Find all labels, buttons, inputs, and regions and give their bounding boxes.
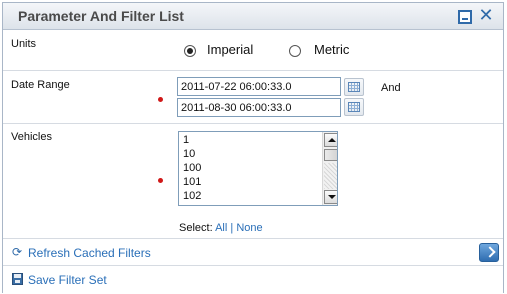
list-item[interactable]: 10	[183, 147, 195, 161]
imperial-radio[interactable]	[184, 45, 196, 57]
scroll-track[interactable]	[324, 163, 337, 189]
list-item[interactable]: 1	[183, 133, 189, 147]
refresh-icon: ⟳	[12, 245, 23, 259]
vehicles-scrollbar[interactable]	[322, 132, 337, 205]
date-range-label: Date Range	[11, 79, 70, 91]
end-date-input[interactable]	[177, 98, 341, 117]
date-range-required-indicator	[158, 97, 163, 102]
select-none-link[interactable]: None	[236, 222, 262, 234]
save-row: Save Filter Set	[3, 266, 503, 293]
metric-radio[interactable]	[289, 45, 301, 57]
scroll-thumb[interactable]	[324, 149, 337, 161]
imperial-radio-label[interactable]: Imperial	[207, 42, 253, 57]
list-item[interactable]: 100	[183, 161, 201, 175]
go-arrow-button[interactable]	[479, 243, 499, 262]
list-item[interactable]: 102	[183, 189, 201, 203]
refresh-cached-filters-link[interactable]: Refresh Cached Filters	[28, 246, 151, 260]
minimize-icon[interactable]	[458, 10, 472, 24]
calendar-icon	[348, 82, 360, 92]
select-separator: |	[230, 222, 234, 234]
parameter-filter-panel: Parameter And Filter List ✕ Units Imperi…	[2, 2, 504, 293]
select-all-link[interactable]: All	[215, 222, 227, 234]
list-item[interactable]: 101	[183, 175, 201, 189]
scroll-up-button[interactable]	[324, 133, 337, 147]
vehicles-required-indicator	[158, 178, 163, 183]
units-row: Units Imperial Metric	[3, 30, 503, 71]
calendar-icon	[348, 102, 360, 112]
metric-radio-label[interactable]: Metric	[314, 42, 349, 57]
end-date-calendar-button[interactable]	[344, 98, 364, 116]
start-date-input[interactable]	[177, 77, 341, 96]
select-label: Select:	[179, 222, 213, 234]
panel-title: Parameter And Filter List	[18, 8, 184, 24]
vehicles-label: Vehicles	[11, 131, 52, 143]
scroll-down-button[interactable]	[324, 190, 337, 204]
units-label: Units	[11, 38, 37, 50]
save-disk-icon	[12, 273, 23, 285]
vehicles-listbox[interactable]: 1 10 100 101 102	[178, 131, 338, 206]
save-filter-set-link[interactable]: Save Filter Set	[28, 273, 107, 287]
panel-header: Parameter And Filter List ✕	[3, 3, 503, 30]
start-date-calendar-button[interactable]	[344, 78, 364, 96]
select-links: Select: All | None	[179, 222, 263, 234]
close-icon[interactable]: ✕	[477, 7, 495, 25]
refresh-row: ⟳ Refresh Cached Filters	[3, 239, 503, 266]
and-label: And	[381, 82, 401, 94]
